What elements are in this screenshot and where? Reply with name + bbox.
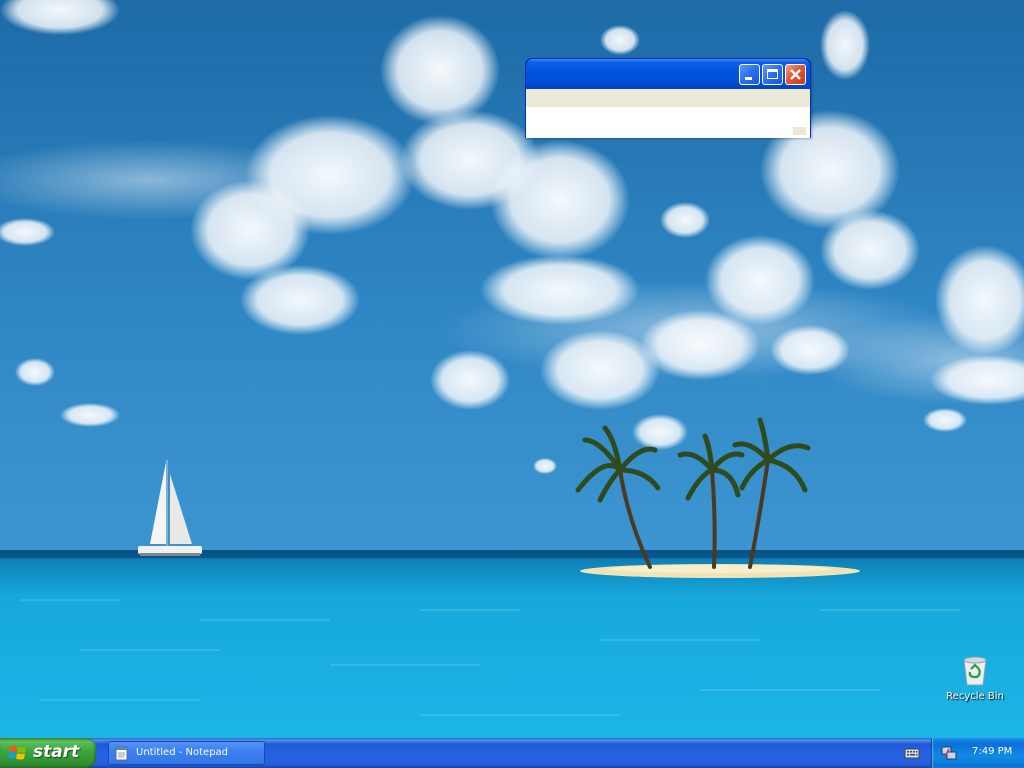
windows-logo-icon	[9, 745, 26, 760]
text-edit-area[interactable]	[526, 107, 810, 138]
maximize-icon	[767, 69, 778, 79]
taskbar[interactable]: start Untitled - Notepad 7:49 PM	[0, 738, 1024, 768]
desktop[interactable]	[0, 0, 1024, 738]
recycle-bin-icon	[963, 656, 987, 686]
recycle-bin-shortcut[interactable]: Recycle Bin	[940, 655, 1010, 711]
recycle-bin-label: Recycle Bin	[946, 691, 1004, 702]
minimize-button[interactable]	[739, 64, 760, 85]
clock[interactable]: 7:49 PM	[972, 746, 1012, 757]
taskbar-button-label: Untitled - Notepad	[136, 747, 229, 758]
close-icon	[790, 69, 801, 80]
maximize-button[interactable]	[762, 64, 783, 85]
window-menubar[interactable]	[526, 89, 810, 107]
close-button[interactable]	[785, 64, 806, 85]
start-label: start	[33, 742, 80, 762]
start-button[interactable]: start	[0, 738, 96, 768]
resize-grip[interactable]	[793, 127, 806, 135]
window-titlebar[interactable]	[526, 59, 810, 89]
network-icon[interactable]	[941, 745, 957, 761]
keyboard-language-icon[interactable]	[904, 746, 920, 760]
minimize-icon	[745, 77, 752, 80]
taskbar-button-notepad[interactable]: Untitled - Notepad	[108, 741, 265, 765]
system-tray[interactable]: 7:49 PM	[931, 738, 1024, 768]
notepad-window[interactable]	[525, 58, 811, 138]
wallpaper-image	[0, 0, 1024, 738]
notepad-icon	[115, 746, 128, 761]
